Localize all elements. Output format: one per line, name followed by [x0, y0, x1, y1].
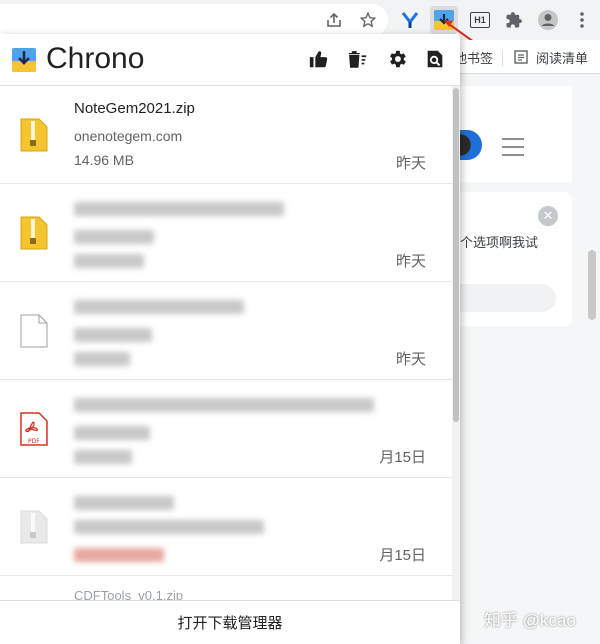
reading-list-icon [514, 50, 528, 64]
watermark: 知乎 @kcao [484, 611, 576, 630]
blurred-file-size [74, 254, 144, 268]
open-download-manager-button[interactable]: 打开下载管理器 [0, 600, 460, 644]
download-item[interactable]: 昨天 [0, 184, 452, 282]
footer-label: 打开下载管理器 [177, 615, 283, 632]
menu-icon[interactable] [502, 138, 524, 156]
zip-file-icon [20, 216, 48, 250]
zip-file-icon [20, 118, 48, 152]
close-icon[interactable]: ✕ [538, 206, 558, 226]
background-prompt-card: ✕ 个选项啊我试 [460, 192, 572, 326]
avatar[interactable] [460, 130, 482, 160]
blurred-file-source [74, 230, 154, 244]
blurred-file-source [74, 328, 152, 342]
download-item[interactable]: NoteGem2021.zip onenotegem.com 14.96 MB … [0, 86, 452, 184]
bookmark-divider [502, 50, 503, 66]
thumbs-up-icon[interactable] [308, 48, 332, 72]
blurred-file-source [74, 520, 264, 534]
blurred-file-name [74, 496, 174, 510]
file-name[interactable]: NoteGem2021.zip [74, 100, 195, 117]
page-scrollbar[interactable] [588, 250, 596, 320]
app-title: Chrono [46, 42, 145, 75]
file-date: 月15日 [379, 547, 426, 564]
chrono-logo-icon [12, 48, 36, 72]
star-icon[interactable] [354, 6, 382, 34]
delete-all-icon[interactable] [346, 48, 370, 72]
more-icon[interactable] [568, 6, 596, 34]
file-date: 昨天 [395, 155, 426, 172]
puzzle-icon[interactable] [500, 6, 528, 34]
download-list: NoteGem2021.zip onenotegem.com 14.96 MB … [0, 86, 452, 634]
file-size: 14.96 MB [74, 152, 134, 168]
pdf-file-icon: PDF [20, 412, 48, 446]
blurred-file-source [74, 426, 150, 440]
reading-list-label: 阅读清单 [536, 50, 589, 66]
file-date: 昨天 [395, 253, 426, 270]
blurred-file-size [74, 450, 132, 464]
search-icon[interactable] [424, 48, 448, 72]
chrono-popup: Chrono NoteGem2021.zip onenotegem.com 14… [0, 34, 460, 644]
file-date: 月15日 [379, 449, 426, 466]
file-source[interactable]: onenotegem.com [74, 128, 182, 144]
settings-icon[interactable] [386, 48, 410, 72]
blurred-file-size [74, 548, 164, 562]
background-header-card [460, 86, 572, 182]
background-input[interactable] [460, 284, 556, 312]
zip-file-icon [20, 510, 48, 544]
blurred-file-size [74, 352, 130, 366]
scroll-thumb[interactable] [453, 88, 459, 422]
bookmark-reading-list[interactable]: 阅读清单 [514, 46, 588, 68]
file-date: 昨天 [395, 351, 426, 368]
download-item[interactable]: PDF 月15日 [0, 380, 452, 478]
profile-icon[interactable] [534, 6, 562, 34]
blurred-file-name [74, 398, 374, 412]
share-icon[interactable] [320, 6, 348, 34]
list-scrollbar[interactable] [452, 86, 460, 634]
extension-y-icon[interactable] [396, 6, 424, 34]
document-file-icon [20, 314, 48, 348]
blurred-file-name [74, 202, 284, 216]
blurred-file-name [74, 300, 244, 314]
popup-header: Chrono [0, 34, 460, 86]
background-snippet: 个选项啊我试 [460, 235, 539, 250]
download-item[interactable]: 昨天 [0, 282, 452, 380]
svg-text:PDF: PDF [28, 438, 40, 445]
download-item[interactable]: 月15日 [0, 478, 452, 576]
